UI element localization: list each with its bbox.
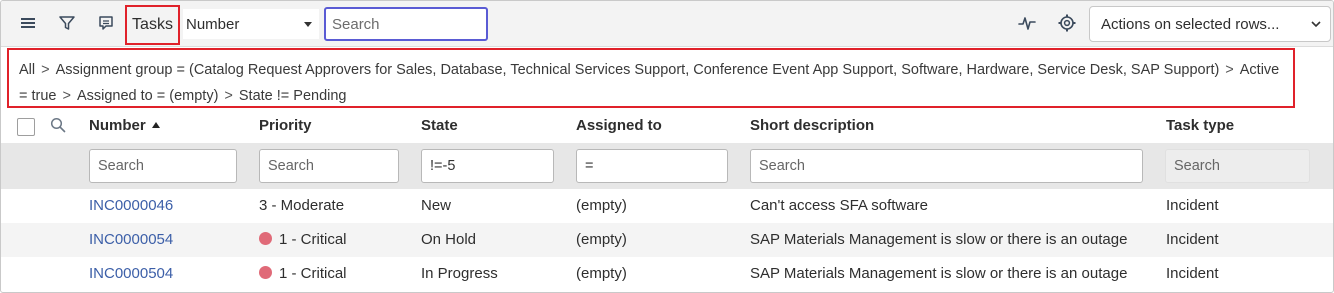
row-priority: 1 - Critical bbox=[279, 231, 347, 248]
actions-select-value: Actions on selected rows... bbox=[1101, 15, 1280, 33]
search-field-select-value: Number bbox=[186, 15, 240, 33]
filter-assigned-to-input[interactable] bbox=[576, 149, 728, 183]
breadcrumb-item-state[interactable]: State != Pending bbox=[239, 88, 347, 104]
caret-down-icon bbox=[304, 22, 312, 27]
search-icon[interactable] bbox=[50, 117, 66, 137]
breadcrumb-separator: > bbox=[224, 88, 233, 104]
column-filter-row bbox=[1, 143, 1333, 189]
row-priority-cell: 1 - Critical bbox=[259, 265, 347, 282]
filter-icon[interactable] bbox=[55, 11, 79, 35]
filter-number-input[interactable] bbox=[89, 149, 237, 183]
breadcrumb-separator: > bbox=[41, 62, 50, 78]
critical-priority-dot-icon bbox=[259, 232, 272, 245]
row-number-link[interactable]: INC0000504 bbox=[89, 265, 173, 282]
list-toolbar: Tasks Number Actions on selected rows... bbox=[1, 1, 1333, 47]
breadcrumb-separator: > bbox=[1225, 62, 1234, 78]
column-header-number[interactable]: Number bbox=[89, 117, 160, 134]
filter-task-type-input bbox=[1165, 149, 1310, 183]
list-title-text: Tasks bbox=[132, 16, 173, 33]
row-assigned-to: (empty) bbox=[576, 265, 627, 282]
breadcrumb-separator: > bbox=[62, 88, 71, 104]
gear-icon[interactable] bbox=[1055, 11, 1079, 35]
table-row: INC0000054 1 - Critical On Hold (empty) … bbox=[1, 223, 1333, 257]
list-view: Tasks Number Actions on selected rows...… bbox=[0, 0, 1334, 293]
column-header-priority[interactable]: Priority bbox=[259, 117, 312, 134]
list-search-input[interactable] bbox=[324, 7, 488, 41]
row-priority: 1 - Critical bbox=[279, 265, 347, 282]
row-number-link[interactable]: INC0000054 bbox=[89, 231, 173, 248]
table-row: INC0000504 1 - Critical In Progress (emp… bbox=[1, 257, 1333, 291]
hamburger-menu-icon[interactable] bbox=[16, 11, 40, 35]
column-header-state[interactable]: State bbox=[421, 117, 458, 134]
filter-priority-input[interactable] bbox=[259, 149, 399, 183]
row-priority: 3 - Moderate bbox=[259, 197, 345, 214]
column-header-assigned-to[interactable]: Assigned to bbox=[576, 117, 662, 134]
comment-icon[interactable] bbox=[94, 11, 118, 35]
sort-ascending-icon bbox=[151, 122, 160, 128]
row-number-link[interactable]: INC0000046 bbox=[89, 197, 173, 214]
column-header-number-label: Number bbox=[89, 117, 146, 134]
row-task-type: Incident bbox=[1166, 197, 1219, 214]
filter-state-input[interactable] bbox=[421, 149, 554, 183]
pulse-icon[interactable] bbox=[1015, 11, 1039, 35]
row-task-type: Incident bbox=[1166, 265, 1219, 282]
row-assigned-to: (empty) bbox=[576, 197, 627, 214]
row-short-description: Can't access SFA software bbox=[750, 197, 928, 214]
row-priority-cell: 1 - Critical bbox=[259, 231, 347, 248]
breadcrumb-item-assignment-group[interactable]: Assignment group = (Catalog Request Appr… bbox=[56, 62, 1220, 78]
column-header-short-description[interactable]: Short description bbox=[750, 117, 874, 134]
row-task-type: Incident bbox=[1166, 231, 1219, 248]
row-state: On Hold bbox=[421, 231, 477, 248]
column-header-row: Number Priority State Assigned to Short … bbox=[1, 111, 1333, 143]
row-assigned-to: (empty) bbox=[576, 231, 627, 248]
row-short-description: SAP Materials Management is slow or ther… bbox=[750, 265, 1128, 282]
row-state: In Progress bbox=[421, 265, 498, 282]
filter-breadcrumb: All > Assignment group = (Catalog Request … bbox=[7, 48, 1295, 108]
breadcrumb-item-all[interactable]: All bbox=[19, 62, 35, 78]
breadcrumb-item-assigned-to[interactable]: Assigned to = (empty) bbox=[77, 88, 218, 104]
row-state: New bbox=[421, 197, 452, 214]
search-field-select[interactable]: Number bbox=[183, 9, 319, 39]
list-title[interactable]: Tasks bbox=[125, 5, 180, 45]
filter-short-description-input[interactable] bbox=[750, 149, 1143, 183]
select-all-checkbox[interactable] bbox=[17, 118, 35, 136]
row-short-description: SAP Materials Management is slow or ther… bbox=[750, 231, 1128, 248]
column-header-task-type[interactable]: Task type bbox=[1166, 117, 1234, 134]
critical-priority-dot-icon bbox=[259, 266, 272, 279]
chevron-down-icon bbox=[1310, 17, 1322, 34]
actions-on-selected-rows-select[interactable]: Actions on selected rows... bbox=[1089, 6, 1331, 42]
table-row: INC0000046 3 - Moderate New (empty) Can'… bbox=[1, 189, 1333, 223]
